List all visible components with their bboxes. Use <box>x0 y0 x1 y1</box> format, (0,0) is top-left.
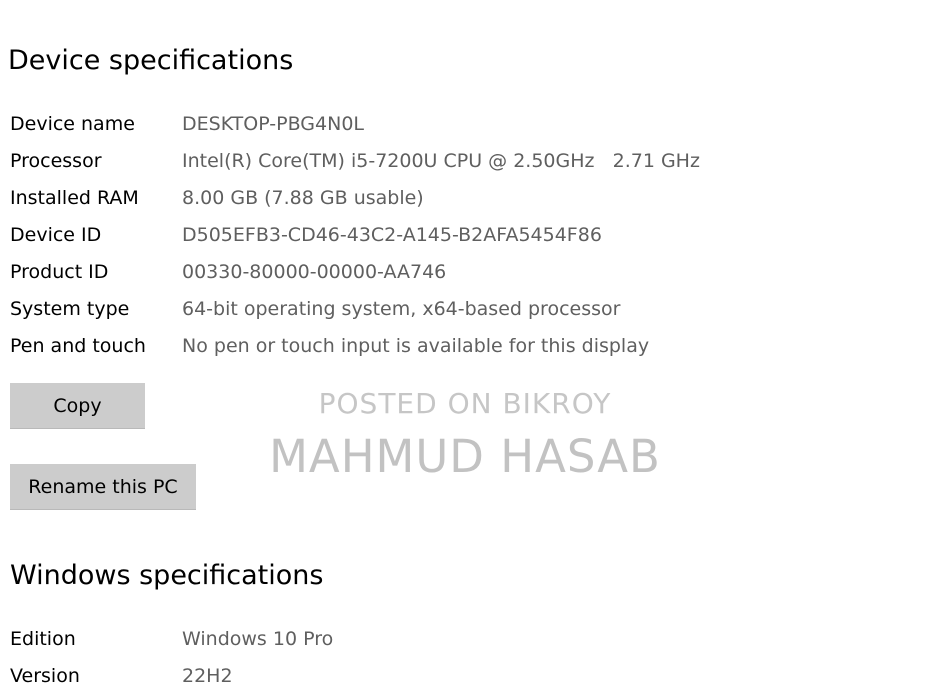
device-id-row: Device ID D505EFB3-CD46-43C2-A145-B2AFA5… <box>10 220 910 250</box>
processor-row: Processor Intel(R) Core(TM) i5-7200U CPU… <box>10 146 910 176</box>
windows-specifications-heading: Windows specifications <box>10 560 324 591</box>
watermark-name: MAHMUD HASAB <box>269 430 661 483</box>
device-name-row: Device name DESKTOP-PBG4N0L <box>10 109 910 139</box>
installed-ram-label: Installed RAM <box>10 187 139 209</box>
pen-and-touch-value: No pen or touch input is available for t… <box>182 335 650 357</box>
device-name-value: DESKTOP-PBG4N0L <box>182 113 364 135</box>
version-value: 22H2 <box>182 665 233 687</box>
system-type-row: System type 64-bit operating system, x64… <box>10 294 910 324</box>
product-id-label: Product ID <box>10 261 109 283</box>
pen-and-touch-label: Pen and touch <box>10 335 146 357</box>
version-row: Version 22H2 <box>10 661 910 691</box>
processor-value: Intel(R) Core(TM) i5-7200U CPU @ 2.50GHz… <box>182 150 700 172</box>
edition-value: Windows 10 Pro <box>182 628 334 650</box>
installed-ram-row: Installed RAM 8.00 GB (7.88 GB usable) <box>10 183 910 213</box>
edition-row: Edition Windows 10 Pro <box>10 624 910 654</box>
rename-pc-button[interactable]: Rename this PC <box>10 464 196 510</box>
product-id-row: Product ID 00330-80000-00000-AA746 <box>10 257 910 287</box>
edition-label: Edition <box>10 628 76 650</box>
pen-and-touch-row: Pen and touch No pen or touch input is a… <box>10 331 910 361</box>
version-label: Version <box>10 665 80 687</box>
device-id-label: Device ID <box>10 224 102 246</box>
device-id-value: D505EFB3-CD46-43C2-A145-B2AFA5454F86 <box>182 224 602 246</box>
processor-label: Processor <box>10 150 102 172</box>
watermark-posted-on: POSTED ON BIKROY <box>318 387 612 420</box>
device-name-label: Device name <box>10 113 135 135</box>
product-id-value: 00330-80000-00000-AA746 <box>182 261 447 283</box>
system-type-value: 64-bit operating system, x64-based proce… <box>182 298 621 320</box>
copy-button[interactable]: Copy <box>10 383 145 429</box>
device-specifications-heading: Device specifications <box>8 45 294 76</box>
system-type-label: System type <box>10 298 130 320</box>
installed-ram-value: 8.00 GB (7.88 GB usable) <box>182 187 424 209</box>
